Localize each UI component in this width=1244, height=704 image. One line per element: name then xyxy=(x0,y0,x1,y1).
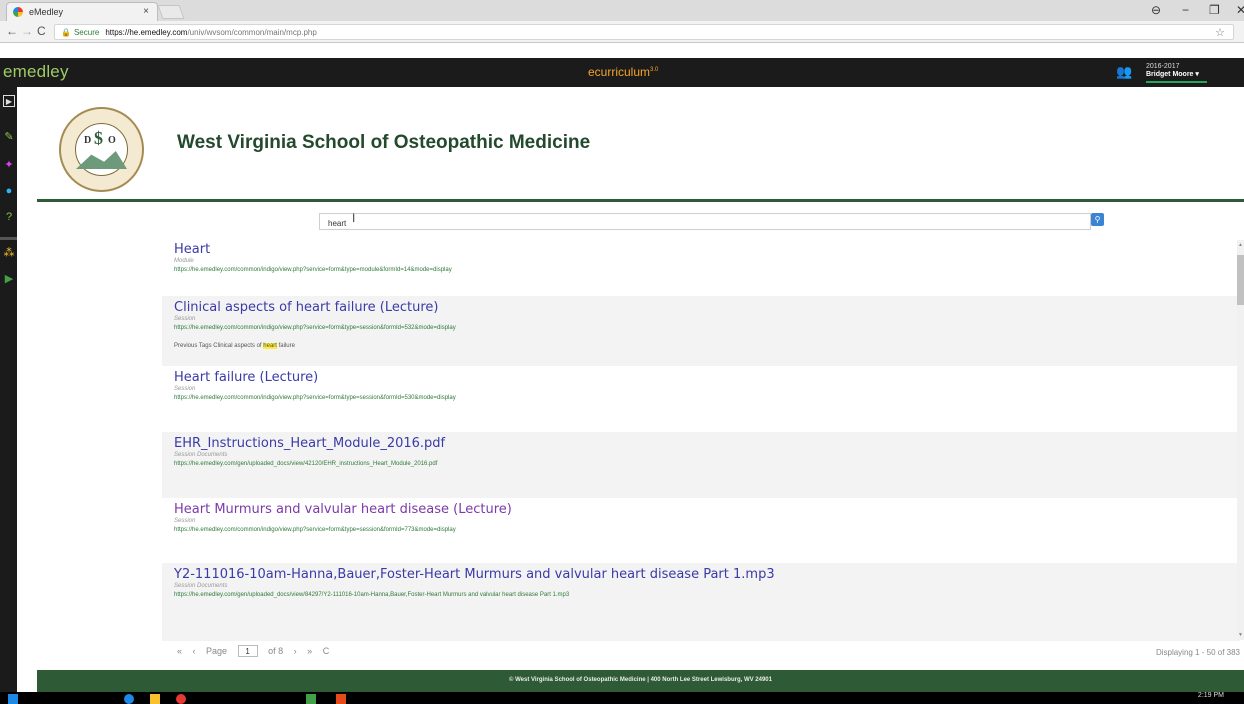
next-page-icon[interactable]: › xyxy=(294,646,297,656)
result-title[interactable]: Heart Murmurs and valvular heart disease… xyxy=(174,502,1240,517)
scroll-up-icon[interactable]: ▲ xyxy=(1237,242,1244,248)
play-icon[interactable]: ▶ xyxy=(3,273,15,285)
result-item: Clinical aspects of heart failure (Lectu… xyxy=(162,296,1240,366)
ecurriculum-title: ecurriculum3.0 xyxy=(588,65,658,79)
screen: eMedley × ⊖ − ❐ ✕ ← → C 🔒 Secure https://h… xyxy=(0,0,1244,704)
close-window-icon[interactable]: ✕ xyxy=(1236,3,1244,17)
result-title[interactable]: Clinical aspects of heart failure (Lectu… xyxy=(174,300,1240,315)
browser-tab[interactable]: eMedley × xyxy=(6,2,158,21)
result-type: Session xyxy=(174,386,196,392)
url-host: https://he.emedley.com xyxy=(105,28,188,37)
user-menu[interactable]: 2016-2017 Bridget Moore ▾ xyxy=(1146,63,1207,83)
search-results: Heart Module https://he.emedley.com/comm… xyxy=(162,238,1240,641)
search-highlight: heart xyxy=(263,343,277,349)
restore-icon[interactable]: ❐ xyxy=(1209,3,1220,17)
academic-year: 2016-2017 xyxy=(1146,63,1180,70)
result-type: Session Documents xyxy=(174,452,228,458)
product-version: 3.0 xyxy=(650,67,659,73)
header-divider xyxy=(37,199,1244,202)
page-footer: © West Virginia School of Osteopathic Me… xyxy=(37,670,1244,692)
result-type: Module xyxy=(174,258,194,264)
result-url[interactable]: https://he.emedley.com/common/indigo/vie… xyxy=(174,325,1240,331)
product-name: ecurriculum xyxy=(588,65,651,79)
results-scrollbar[interactable]: ▲ ▼ xyxy=(1237,240,1244,640)
file-explorer-icon[interactable] xyxy=(150,694,160,704)
address-bar: ← → C 🔒 Secure https://he.emedley.com/univ… xyxy=(0,21,1244,43)
result-item: Heart failure (Lecture) Session https://… xyxy=(162,366,1240,432)
first-page-icon[interactable]: « xyxy=(177,646,182,656)
search-icon: ⚲ xyxy=(1094,215,1101,224)
result-url[interactable]: https://he.emedley.com/common/indigo/vie… xyxy=(174,527,1240,533)
prev-page-icon[interactable]: ‹ xyxy=(193,646,196,656)
left-sidebar: ▶ ✎ ✦ ● ? ⁂ ▶ xyxy=(0,87,17,694)
url-path: /univ/wvsom/common/main/mcp.php xyxy=(187,28,317,37)
pencil-icon[interactable]: ✎ xyxy=(3,131,15,143)
page-count: of 8 xyxy=(268,646,284,656)
result-url[interactable]: https://he.emedley.com/gen/uploaded_docs… xyxy=(174,592,1240,598)
tab-close-icon[interactable]: × xyxy=(143,6,149,17)
sidebar-divider xyxy=(0,237,17,240)
result-url[interactable]: https://he.emedley.com/common/indigo/vie… xyxy=(174,395,1240,401)
school-title: West Virginia School of Osteopathic Medi… xyxy=(177,132,591,153)
cluster-icon[interactable]: ⁂ xyxy=(3,247,15,259)
pin-icon[interactable]: ✦ xyxy=(3,159,15,171)
presentation-icon[interactable]: ▶ xyxy=(3,95,15,107)
result-snippet: Previous Tags Clinical aspects of heart … xyxy=(174,343,295,349)
result-item: EHR_Instructions_Heart_Module_2016.pdf S… xyxy=(162,432,1240,498)
browser-tabbar: eMedley × ⊖ − ❐ ✕ xyxy=(0,0,1244,21)
forward-arrow-icon[interactable]: → xyxy=(21,24,33,38)
reload-icon[interactable]: C xyxy=(37,24,46,38)
new-tab-button[interactable] xyxy=(157,5,185,19)
minimize-icon[interactable]: − xyxy=(1182,3,1189,17)
text-cursor-icon: I xyxy=(352,211,356,225)
app-header: emedley ecurriculum3.0 👥 2016-2017 Bridg… xyxy=(0,58,1244,87)
main-content: D $ O West Virginia School of Osteopathi… xyxy=(17,87,1244,670)
result-type: Session Documents xyxy=(174,583,228,589)
school-seal-logo: D $ O xyxy=(59,107,144,192)
pagination: « ‹ Page 1 of 8 › » C xyxy=(177,645,337,657)
globe-icon[interactable]: ● xyxy=(3,185,15,197)
secure-label: Secure xyxy=(73,28,100,37)
result-item: Heart Murmurs and valvular heart disease… xyxy=(162,498,1240,563)
results-count: Displaying 1 - 50 of 383 xyxy=(1155,648,1240,657)
powerpoint-icon[interactable] xyxy=(336,694,346,704)
user-name: Bridget Moore ▾ xyxy=(1146,71,1207,83)
url-input[interactable]: 🔒 Secure https://he.emedley.com/univ/wvsom… xyxy=(54,24,1234,40)
result-type: Session xyxy=(174,316,196,322)
scroll-thumb[interactable] xyxy=(1237,255,1244,305)
search-button[interactable]: ⚲ xyxy=(1091,213,1104,226)
edge-icon[interactable] xyxy=(124,694,134,704)
result-title[interactable]: Heart failure (Lecture) xyxy=(174,370,1240,385)
result-url[interactable]: https://he.emedley.com/gen/uploaded_docs… xyxy=(174,461,1240,467)
windows-start-icon[interactable] xyxy=(8,694,18,704)
excel-icon[interactable] xyxy=(306,694,316,704)
back-arrow-icon[interactable]: ← xyxy=(6,24,18,38)
page-number-input[interactable]: 1 xyxy=(237,645,258,657)
result-type: Session xyxy=(174,518,196,524)
users-icon[interactable]: 👥 xyxy=(1116,64,1134,80)
bookmark-star-icon[interactable]: ☆ xyxy=(1215,26,1225,39)
refresh-icon[interactable]: C xyxy=(323,646,330,656)
scroll-down-icon[interactable]: ▼ xyxy=(1237,632,1244,638)
result-title[interactable]: Heart xyxy=(174,242,1240,257)
os-taskbar: 2:19 PM xyxy=(0,692,1244,704)
page-label: Page xyxy=(206,646,228,656)
search-input[interactable] xyxy=(319,213,1091,230)
result-title[interactable]: EHR_Instructions_Heart_Module_2016.pdf xyxy=(174,436,1240,451)
lock-icon: 🔒 xyxy=(61,28,71,37)
result-url[interactable]: https://he.emedley.com/common/indigo/vie… xyxy=(174,267,1240,273)
help-icon[interactable]: ? xyxy=(3,211,15,223)
emedley-favicon-icon xyxy=(13,7,23,17)
profile-icon[interactable]: ⊖ xyxy=(1151,3,1161,17)
result-item: Heart Module https://he.emedley.com/comm… xyxy=(162,238,1240,296)
result-item: Y2-111016-10am-Hanna,Bauer,Foster-Heart … xyxy=(162,563,1240,641)
chrome-icon[interactable] xyxy=(176,694,186,704)
tab-title: eMedley xyxy=(29,7,64,17)
result-title[interactable]: Y2-111016-10am-Hanna,Bauer,Foster-Heart … xyxy=(174,567,1240,582)
emedley-logo[interactable]: emedley xyxy=(3,62,69,82)
last-page-icon[interactable]: » xyxy=(307,646,312,656)
system-clock: 2:19 PM xyxy=(1197,692,1224,699)
